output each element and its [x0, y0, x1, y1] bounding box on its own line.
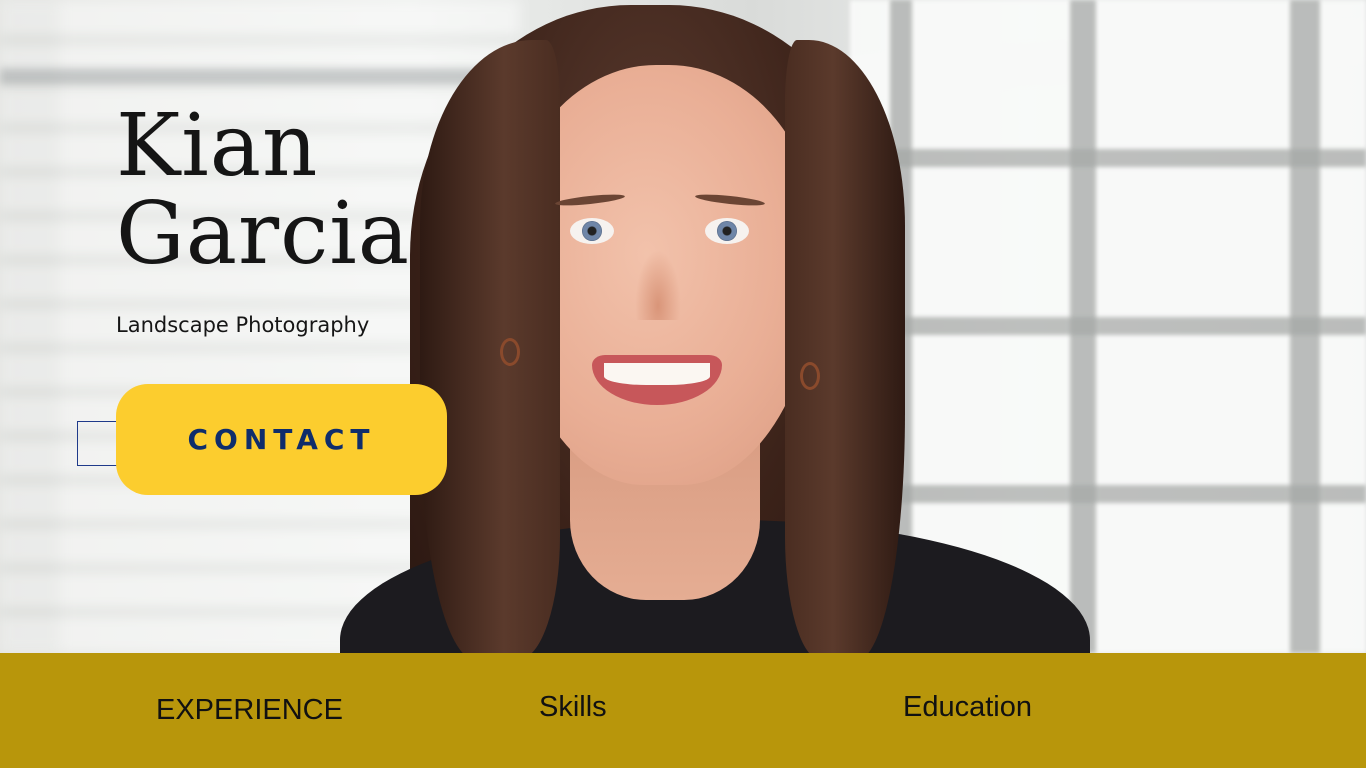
portrait-earring-left [500, 338, 520, 366]
profile-subtitle: Landscape Photography [116, 313, 370, 337]
portrait-eye-left [570, 218, 614, 244]
portrait-hair-left [420, 40, 560, 653]
nav-item-skills[interactable]: Skills [539, 691, 607, 724]
portrait-photo [330, 0, 1110, 653]
portrait-hair-right [785, 40, 905, 653]
nav-item-experience[interactable]: EXPERIENCE [156, 694, 343, 727]
portrait-nose [635, 250, 681, 320]
contact-button[interactable]: CONTACT [116, 384, 447, 495]
portrait-earring-right [800, 362, 820, 390]
portrait-eye-right [705, 218, 749, 244]
profile-name: Kian Garcia [116, 102, 410, 278]
profile-last-name: Garcia [116, 184, 411, 284]
bottom-nav-bar: EXPERIENCE Skills Education [0, 653, 1366, 768]
nav-item-education[interactable]: Education [903, 691, 1032, 724]
profile-first-name: Kian [116, 96, 319, 196]
